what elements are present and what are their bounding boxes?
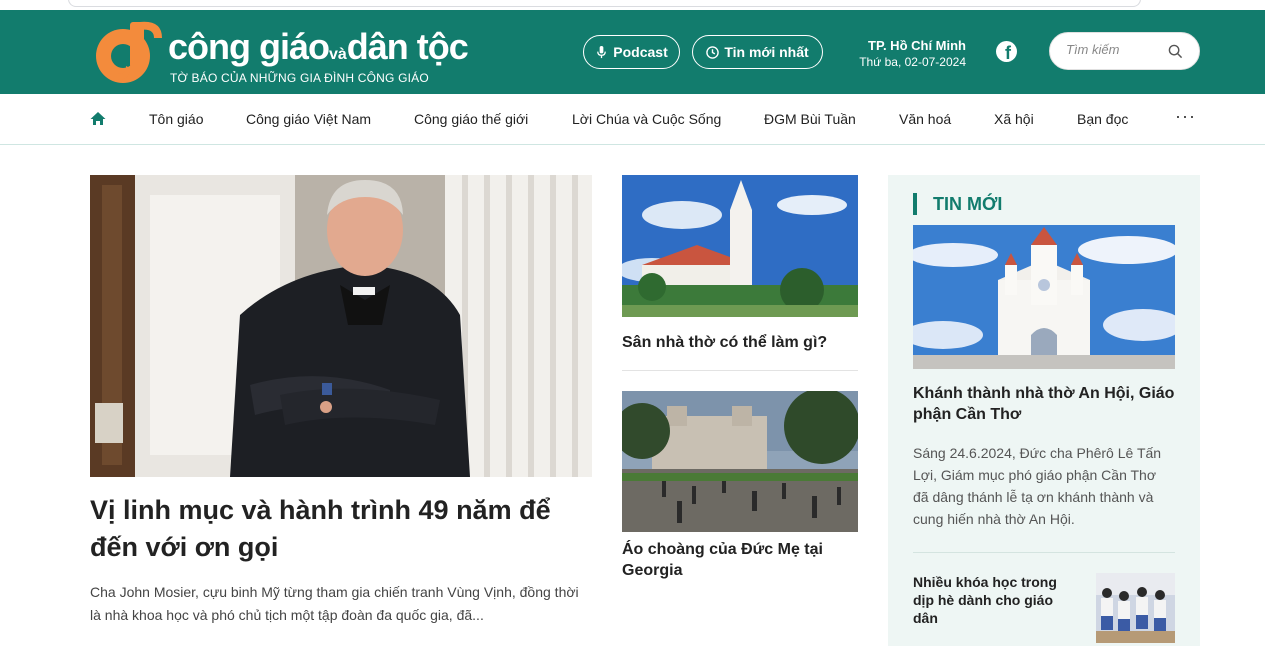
featured-article-image[interactable]: [90, 175, 592, 477]
divider: [622, 370, 858, 371]
current-date: Thứ ba, 02-07-2024: [859, 55, 966, 69]
nav-item-cong-giao-the-gioi[interactable]: Công giáo thế giới: [414, 111, 528, 127]
home-icon[interactable]: [90, 111, 106, 126]
nav-item-xa-hoi[interactable]: Xã hội: [994, 111, 1034, 127]
featured-article-title[interactable]: Vị linh mục và hành trình 49 năm để đến …: [90, 492, 590, 566]
nav-item-ban-doc[interactable]: Bạn đọc: [1077, 111, 1128, 127]
search-input[interactable]: [1066, 42, 1166, 57]
latest-news-button[interactable]: Tin mới nhất: [692, 35, 823, 69]
article-title-church-yard[interactable]: Sân nhà thờ có thể làm gì?: [622, 332, 858, 353]
sidebar-item-thumbnail[interactable]: [1096, 573, 1175, 643]
sidebar-heading: TIN MỚI: [913, 193, 1002, 215]
logo-word-va: và: [329, 46, 347, 63]
georgia-photo: [622, 391, 858, 532]
nav-item-cong-giao-viet-nam[interactable]: Công giáo Việt Nam: [246, 111, 371, 127]
logo-word-2: dân tộc: [346, 26, 469, 67]
an-hoi-church-photo: [913, 225, 1175, 369]
facebook-icon[interactable]: f: [996, 41, 1017, 62]
city-name: TP. Hồ Chí Minh: [868, 38, 966, 53]
site-header: công giáovàdân tộc TỜ BÁO CỦA NHỮNG GIA …: [0, 10, 1265, 94]
microphone-icon: [597, 45, 607, 58]
podcast-label: Podcast: [613, 44, 668, 60]
logo-wordmark: công giáovàdân tộc: [168, 26, 469, 68]
logo-slogan: TỜ BÁO CỦA NHỮNG GIA ĐÌNH CÔNG GIÁO: [170, 71, 429, 85]
article-image-church-yard[interactable]: [622, 175, 858, 317]
browser-top-strip: [0, 0, 1265, 10]
article-title-georgia[interactable]: Áo choàng của Đức Mẹ tại Georgia: [622, 539, 858, 581]
sidebar-lead-summary: Sáng 24.6.2024, Đức cha Phêrô Lê Tấn Lợi…: [913, 445, 1162, 527]
logo-word-1: công giáo: [168, 26, 330, 67]
featured-article-summary: Cha John Mosier, cựu binh Mỹ từng tham g…: [90, 584, 579, 623]
latest-news-sidebar: TIN MỚI Khánh thành nhà thờ An Hội, Giáo…: [888, 175, 1200, 646]
main-navigation: Tôn giáo Công giáo Việt Nam Công giáo th…: [0, 94, 1265, 145]
location-date: TP. Hồ Chí Minh Thứ ba, 02-07-2024: [838, 37, 966, 71]
site-logo[interactable]: công giáovàdân tộc TỜ BÁO CỦA NHỮNG GIA …: [90, 16, 470, 88]
more-menu-button[interactable]: ···: [1175, 106, 1196, 127]
nav-item-ton-giao[interactable]: Tôn giáo: [149, 111, 203, 127]
classroom-photo: [1096, 573, 1175, 643]
nav-item-dgm-bui-tuan[interactable]: ĐGM Bùi Tuần: [764, 111, 856, 127]
logo-mark-icon: [96, 21, 162, 83]
article-image-georgia[interactable]: [622, 391, 858, 532]
divider: [913, 552, 1175, 553]
search-icon[interactable]: [1168, 44, 1183, 59]
latest-news-label: Tin mới nhất: [724, 44, 809, 60]
nav-item-van-hoa[interactable]: Văn hoá: [899, 111, 951, 127]
search-box: [1049, 32, 1200, 70]
sidebar-lead-image[interactable]: [913, 225, 1175, 369]
clock-icon: [706, 45, 720, 59]
priest-photo: [90, 175, 592, 477]
podcast-button[interactable]: Podcast: [583, 35, 680, 69]
nav-item-loi-chua[interactable]: Lời Chúa và Cuộc Sống: [572, 111, 721, 127]
address-bar-edge: [68, 0, 1141, 7]
sidebar-lead-title[interactable]: Khánh thành nhà thờ An Hội, Giáo phận Cầ…: [913, 383, 1175, 425]
church-photo: [622, 175, 858, 317]
sidebar-item-title[interactable]: Nhiều khóa học trong dịp hè dành cho giá…: [913, 573, 1073, 627]
